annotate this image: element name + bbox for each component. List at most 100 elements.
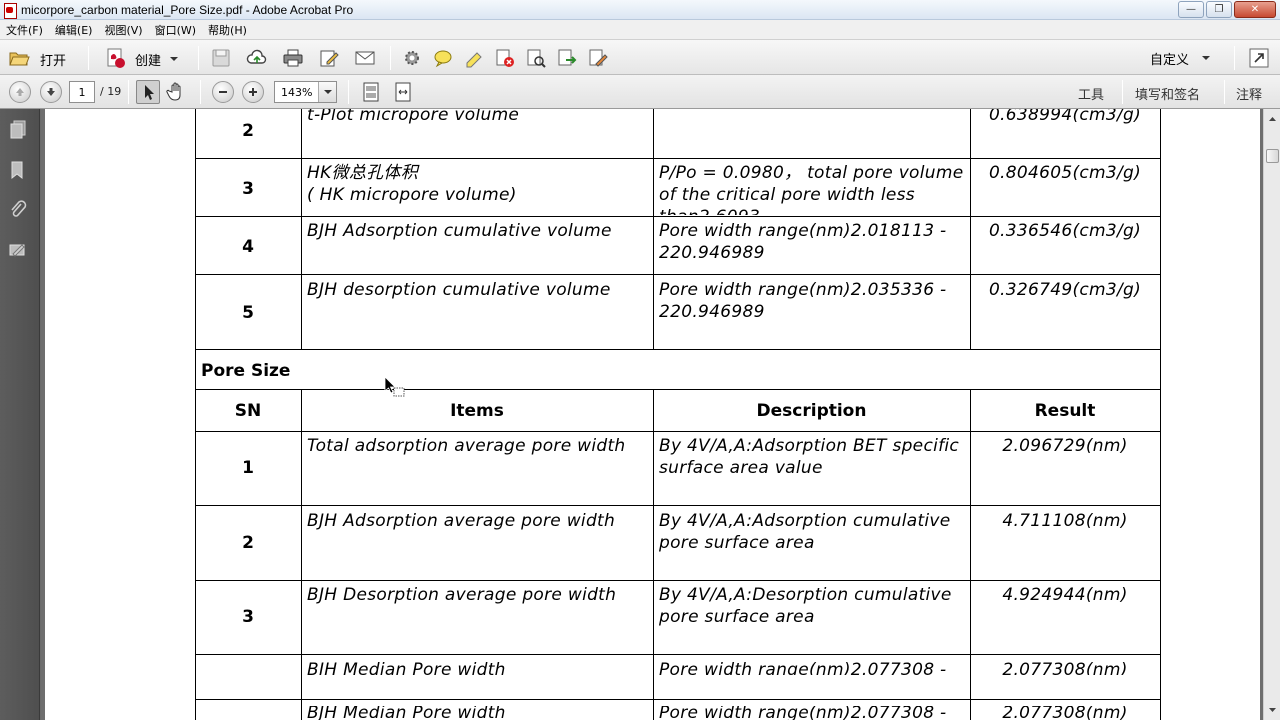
- create-pdf-icon: [107, 48, 125, 68]
- comment-icon[interactable]: [432, 47, 454, 69]
- zoom-out-button[interactable]: [212, 81, 234, 103]
- table-rule: [1160, 109, 1161, 720]
- main-toolbar: 打开 创建 自定义: [0, 39, 1280, 75]
- menu-file[interactable]: 文件(F): [0, 22, 49, 38]
- row-item-clip: BJH Median Pore width: [301, 706, 653, 720]
- minus-icon: [219, 91, 227, 93]
- scroll-down-arrow-icon[interactable]: [1266, 703, 1279, 717]
- maximize-button[interactable]: ❐: [1206, 1, 1232, 18]
- header-sn: SN: [234, 401, 262, 421]
- window-title: micorpore_carbon material_Pore Size.pdf …: [21, 2, 354, 17]
- table-rule: [195, 389, 1161, 390]
- gear-icon[interactable]: [401, 47, 423, 69]
- toolbar-separator: [390, 46, 391, 70]
- page-number-input[interactable]: 1: [69, 81, 95, 103]
- window-controls: — ❐ ✕: [1178, 1, 1276, 18]
- export-icon[interactable]: [556, 47, 578, 69]
- row-description-clip: Pore width range(nm)2.077308 -: [653, 657, 970, 675]
- close-button[interactable]: ✕: [1234, 1, 1276, 18]
- fit-page-icon[interactable]: [360, 81, 382, 103]
- row-description-line2: pore surface area: [659, 607, 815, 627]
- row-result: 0.336546(cm3/g): [988, 221, 1142, 241]
- create-label: 创建: [135, 54, 162, 69]
- fill-sign-pane-button[interactable]: 填写和签名: [1135, 84, 1200, 103]
- row-item: HK微总孔体积: [307, 163, 419, 183]
- section-title: Pore Size: [201, 361, 291, 381]
- next-page-button[interactable]: [40, 81, 62, 103]
- vertical-scrollbar[interactable]: [1263, 109, 1280, 720]
- row-result-clip: 2.077308(nm): [970, 706, 1160, 720]
- scroll-up-arrow-icon[interactable]: [1266, 112, 1279, 126]
- create-button[interactable]: 创建: [100, 44, 184, 72]
- row-result-clip: 2.077308(nm): [970, 657, 1160, 675]
- row-sn: 4: [242, 237, 254, 257]
- header-description: Description: [756, 401, 867, 421]
- menu-view[interactable]: 视图(V): [98, 22, 148, 38]
- row-item: Total adsorption average pore width: [307, 436, 626, 456]
- menu-edit[interactable]: 编辑(E): [49, 22, 99, 38]
- row-item: BJH Adsorption cumulative volume: [307, 221, 612, 241]
- table-rule: [195, 349, 1161, 350]
- row-result: 4.924944(nm): [1002, 585, 1128, 605]
- row-sn: 2: [242, 533, 254, 553]
- chevron-down-icon: [1202, 56, 1210, 60]
- toolbar-separator: [88, 46, 89, 70]
- search-document-icon[interactable]: [525, 47, 547, 69]
- mouse-cursor-icon: [384, 376, 405, 397]
- navigation-toolbar: 1 / 19 143% 工具 填写和签名 注释: [0, 75, 1280, 109]
- row-result: 0.804605(cm3/g): [988, 163, 1142, 183]
- signatures-icon[interactable]: [8, 239, 28, 261]
- delete-pages-icon[interactable]: [494, 47, 516, 69]
- customize-button[interactable]: 自定义: [1144, 46, 1214, 70]
- title-bar: micorpore_carbon material_Pore Size.pdf …: [0, 0, 1280, 20]
- row-result: 2.077308(nm): [1002, 660, 1128, 675]
- hand-tool-button[interactable]: [166, 80, 190, 104]
- email-icon[interactable]: [354, 47, 376, 69]
- scrollbar-thumb[interactable]: [1266, 149, 1279, 163]
- row-sn: 3: [242, 179, 254, 199]
- table-rule: [653, 109, 654, 349]
- comment-pane-button[interactable]: 注释: [1236, 84, 1262, 103]
- menu-help[interactable]: 帮助(H): [202, 22, 253, 38]
- expand-icon[interactable]: [1248, 47, 1270, 69]
- minimize-button[interactable]: —: [1178, 1, 1204, 18]
- edit-document-icon[interactable]: [318, 47, 340, 69]
- zoom-in-button[interactable]: [242, 81, 264, 103]
- document-view[interactable]: 2 t-Plot micropore volume 0.638994(cm3/g…: [41, 109, 1263, 720]
- toolbar-separator: [348, 80, 349, 104]
- table-rule: [195, 216, 1161, 217]
- menu-bar: 文件(F) 编辑(E) 视图(V) 窗口(W) 帮助(H): [0, 20, 1280, 39]
- pdf-page: 2 t-Plot micropore volume 0.638994(cm3/g…: [45, 109, 1260, 720]
- zoom-dropdown-button[interactable]: [318, 82, 336, 102]
- row-description-clip: P/Po = 0.0980， total pore volume of the …: [653, 159, 970, 215]
- menu-window[interactable]: 窗口(W): [149, 22, 202, 38]
- highlight-icon[interactable]: [463, 47, 485, 69]
- sign-icon[interactable]: [587, 47, 609, 69]
- row-result: 0.326749(cm3/g): [988, 280, 1142, 300]
- page-thumbnails-icon[interactable]: [8, 119, 28, 141]
- save-icon[interactable]: [210, 47, 232, 69]
- fit-width-icon[interactable]: [392, 81, 414, 103]
- row-result: 2.096729(nm): [1002, 436, 1128, 456]
- row-description: Pore width range(nm)2.077308 -: [659, 660, 947, 675]
- upload-cloud-icon[interactable]: [246, 47, 268, 69]
- select-tool-button[interactable]: [136, 80, 160, 104]
- page-total: / 19: [100, 85, 122, 98]
- row-sn: 1: [242, 458, 254, 478]
- row-description-line2: surface area value: [659, 458, 823, 478]
- row-description-clip: Pore width range(nm)2.077308 -: [653, 706, 970, 720]
- print-icon[interactable]: [282, 47, 304, 69]
- row-item: t-Plot micropore volume: [307, 109, 520, 125]
- table-rule: [301, 109, 302, 349]
- row-description: By 4V/A,A:Adsorption cumulative: [659, 511, 951, 531]
- open-button[interactable]: 打开: [4, 44, 78, 72]
- row-description: Pore width range(nm)2.035336 -: [659, 280, 947, 300]
- previous-page-button[interactable]: [9, 81, 31, 103]
- header-result: Result: [1034, 401, 1096, 421]
- tools-pane-button[interactable]: 工具: [1078, 84, 1104, 103]
- attachments-icon[interactable]: [8, 199, 28, 221]
- row-item: BJH Median Pore width: [307, 660, 506, 675]
- zoom-level-select[interactable]: 143%: [274, 81, 337, 103]
- table-rule: [195, 580, 1161, 581]
- bookmarks-icon[interactable]: [8, 159, 28, 181]
